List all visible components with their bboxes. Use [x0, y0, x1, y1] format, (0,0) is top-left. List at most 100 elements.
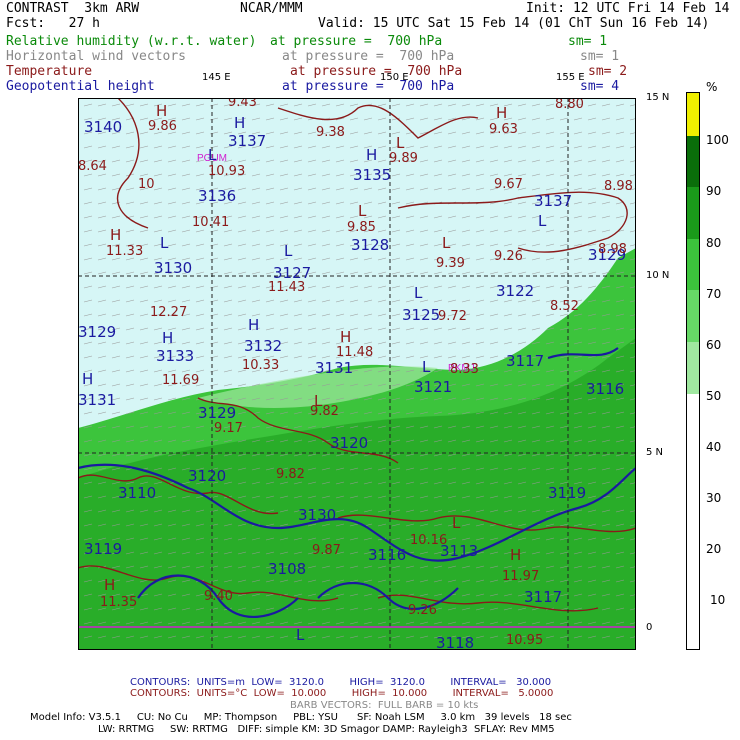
high-marker: H: [110, 226, 121, 244]
temp-label: 9.38: [316, 125, 345, 140]
colorbar-segment: [686, 342, 700, 394]
height-label: 3120: [188, 467, 226, 485]
temp-label: 9.17: [214, 421, 243, 436]
temp-label: 9.67: [494, 177, 523, 192]
height-label: 3116: [586, 380, 624, 398]
temp-label: 9.39: [436, 256, 465, 271]
high-marker: H: [366, 146, 377, 164]
high-marker: H: [510, 546, 521, 564]
field-height-name: Geopotential height: [6, 79, 155, 94]
height-label: 3119: [84, 540, 122, 558]
lon-tick-155: 155 E: [556, 72, 585, 83]
height-label: 3122: [496, 282, 534, 300]
height-label: 3116: [368, 546, 406, 564]
model-title: CONTRAST 3km ARW: [6, 1, 140, 16]
temp-label: 8.33: [450, 362, 479, 377]
field-temp-name: Temperature: [6, 64, 93, 79]
height-label: 3110: [118, 484, 156, 502]
height-label: 3129: [78, 323, 116, 341]
temp-label: 8.64: [78, 159, 107, 174]
height-label: 3137: [228, 132, 266, 150]
low-marker: L: [296, 626, 305, 644]
field-rh-level: at pressure = 700 hPa: [270, 34, 443, 49]
high-marker: H: [162, 329, 173, 347]
temp-label: 8.80: [555, 98, 584, 112]
field-wind-name: Horizontal wind vectors: [6, 49, 187, 64]
temp-label: 9.82: [276, 467, 305, 482]
temp-label: 8.98: [604, 179, 633, 194]
colorbar: [686, 92, 700, 650]
height-label: 3117: [524, 588, 562, 606]
temp-label: 11.43: [268, 280, 305, 295]
field-height-level: at pressure = 700 hPa: [282, 79, 455, 94]
lon-tick-145: 145 E: [202, 72, 231, 83]
colorbar-segment: [686, 394, 700, 650]
height-label: 3133: [156, 347, 194, 365]
temp-label: 9.43: [228, 98, 257, 110]
temp-label: 10: [138, 177, 155, 192]
temp-label: 9.40: [204, 589, 233, 604]
high-marker: H: [82, 370, 93, 388]
temp-label: 11.97: [502, 569, 539, 584]
colorbar-label-30: 30: [706, 491, 722, 505]
temp-label: 9.72: [438, 309, 467, 324]
low-marker: L: [414, 284, 423, 302]
low-marker: L: [358, 202, 367, 220]
colorbar-label-50: 50: [706, 389, 722, 403]
footer-height-contours: CONTOURS: UNITS=m LOW= 3120.0 HIGH= 3120…: [130, 677, 552, 688]
temp-label: 9.26: [408, 603, 437, 618]
field-rh-sm: sm= 1: [568, 34, 608, 49]
footer-model-info-2: LW: RRTMG SW: RRTMG DIFF: simple KM: 3D …: [98, 724, 555, 735]
colorbar-unit: %: [706, 80, 718, 94]
field-temp-sm: sm= 2: [588, 64, 628, 79]
field-wind-level: at pressure = 700 hPa: [282, 49, 455, 64]
temp-label: 11.69: [162, 373, 199, 388]
height-label: 3121: [414, 378, 452, 396]
height-label: 3129: [198, 404, 236, 422]
colorbar-segment: [686, 136, 700, 187]
high-marker: H: [496, 104, 507, 122]
temp-label: 8.98: [598, 242, 627, 257]
height-label: 3128: [351, 236, 389, 254]
temp-label: 9.87: [312, 543, 341, 558]
height-label: 3135: [353, 166, 391, 184]
lat-tick-5n: 5 N: [646, 447, 664, 458]
low-marker: L: [396, 134, 405, 152]
colorbar-label-90: 90: [706, 184, 722, 198]
org-label: NCAR/MMM: [240, 1, 303, 16]
temp-label: 10.95: [506, 633, 543, 648]
lon-tick-150: 150 E: [380, 72, 409, 83]
height-label: 3120: [330, 434, 368, 452]
temp-label: 9.89: [389, 151, 418, 166]
height-label: 3140: [84, 118, 122, 136]
height-label: 3125: [402, 306, 440, 324]
lat-tick-15n: 15 N: [646, 92, 670, 103]
height-label: 3130: [154, 259, 192, 277]
colorbar-label-70: 70: [706, 287, 722, 301]
init-time: Init: 12 UTC Fri 14 Feb 14: [526, 1, 730, 16]
low-marker: L: [442, 234, 451, 252]
valid-time: Valid: 15 UTC Sat 15 Feb 14 (01 ChT Sun …: [318, 16, 710, 31]
lat-tick-10n: 10 N: [646, 270, 670, 281]
low-marker: L: [160, 234, 169, 252]
colorbar-label-60: 60: [706, 338, 722, 352]
colorbar-label-100: 100: [706, 133, 729, 147]
temp-label: 10.16: [410, 533, 447, 548]
temp-label: 10.93: [208, 164, 245, 179]
colorbar-segment: [686, 187, 700, 239]
temp-label: 9.26: [494, 249, 523, 264]
footer-temp-contours: CONTOURS: UNITS=°C LOW= 10.000 HIGH= 10.…: [130, 688, 554, 699]
temp-label: 8.52: [550, 299, 579, 314]
low-marker: L: [284, 242, 293, 260]
height-label: 3130: [298, 506, 336, 524]
temp-label: 11.33: [106, 244, 143, 259]
high-marker: H: [104, 576, 115, 594]
temp-label: 11.48: [336, 345, 373, 360]
height-label: 3137: [534, 192, 572, 210]
height-label: 3136: [198, 187, 236, 205]
high-marker: H: [234, 114, 245, 132]
high-marker: H: [156, 102, 167, 120]
height-label: 3132: [244, 337, 282, 355]
height-label: 3131: [315, 359, 353, 377]
low-marker: L: [538, 212, 547, 230]
